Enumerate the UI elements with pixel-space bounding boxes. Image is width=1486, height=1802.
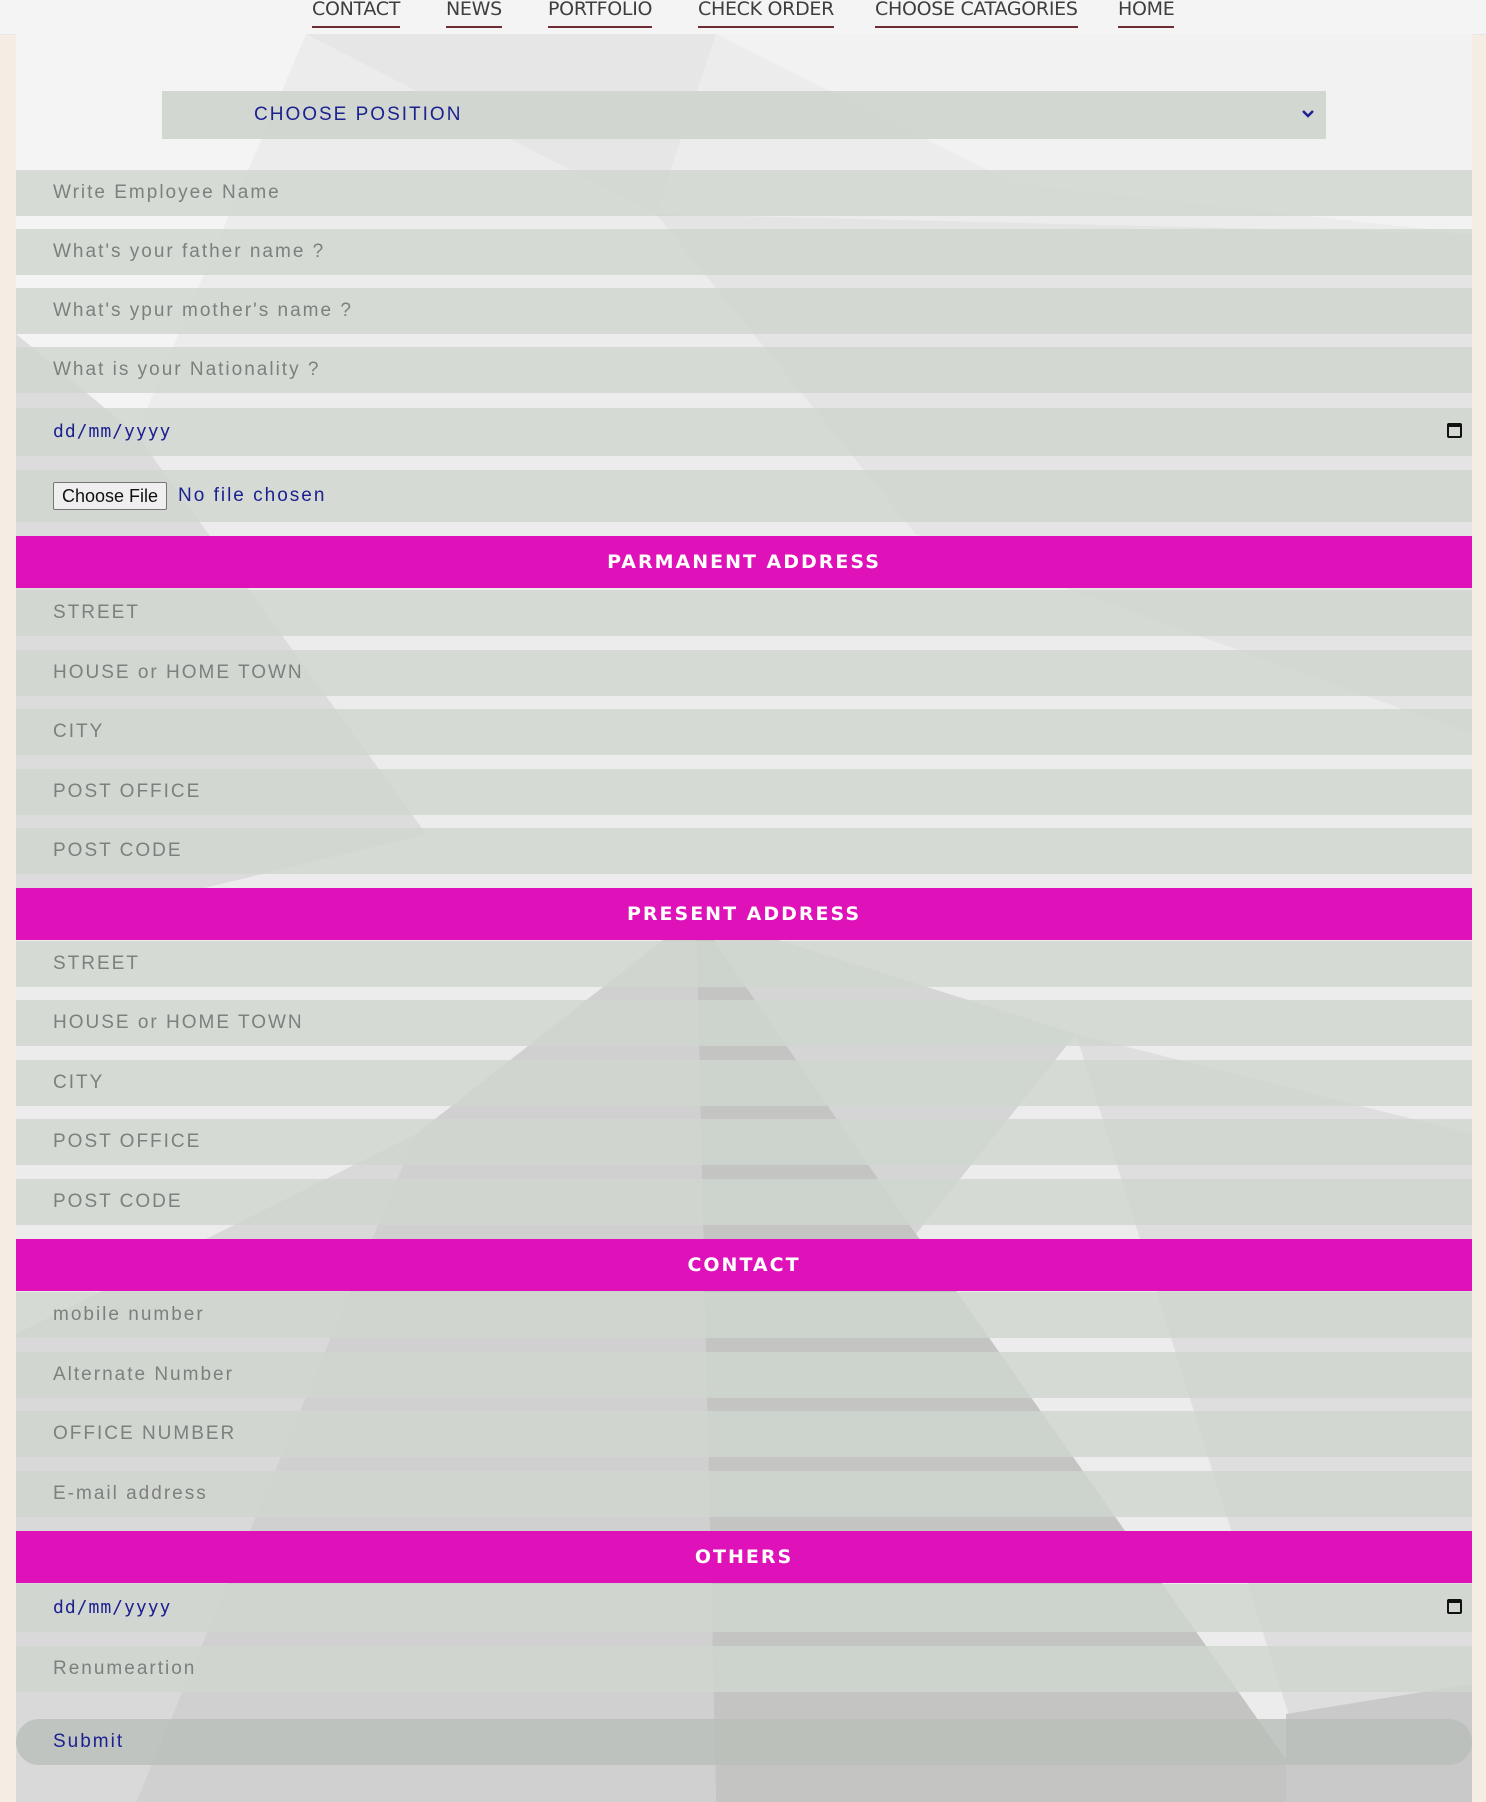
mother-name-input[interactable] <box>16 288 1472 334</box>
present-city-input[interactable] <box>16 1060 1472 1106</box>
permanent-post-code-input[interactable] <box>16 828 1472 874</box>
others-heading: OTHERS <box>16 1531 1472 1583</box>
permanent-street-field[interactable] <box>16 590 1472 636</box>
email-field[interactable] <box>16 1471 1472 1517</box>
nationality-field[interactable] <box>16 347 1472 393</box>
father-name-input[interactable] <box>16 229 1472 275</box>
registration-form-panel: CHOOSE POSITION dd/mm/yyyy Choose File N… <box>16 34 1472 1802</box>
others-date-value: dd/mm/yyyy <box>53 1597 172 1618</box>
renumeration-input[interactable] <box>16 1646 1472 1692</box>
nav-news-link[interactable]: NEWS <box>446 0 502 28</box>
permanent-address-heading: PARMANENT ADDRESS <box>16 536 1472 588</box>
calendar-icon[interactable] <box>1447 1599 1462 1614</box>
submit-button-label: Submit <box>53 1731 125 1752</box>
present-post-office-field[interactable] <box>16 1119 1472 1165</box>
nav-choose-categories-link[interactable]: CHOOSE CATAGORIES <box>875 0 1078 28</box>
alternate-number-field[interactable] <box>16 1352 1472 1398</box>
employee-name-field[interactable] <box>16 170 1472 216</box>
office-number-input[interactable] <box>16 1411 1472 1457</box>
renumeration-field[interactable] <box>16 1646 1472 1692</box>
email-input[interactable] <box>16 1471 1472 1517</box>
father-name-field[interactable] <box>16 229 1472 275</box>
chevron-down-icon <box>1302 110 1314 118</box>
calendar-icon[interactable] <box>1447 423 1462 438</box>
present-post-office-input[interactable] <box>16 1119 1472 1165</box>
permanent-city-input[interactable] <box>16 709 1472 755</box>
alternate-number-input[interactable] <box>16 1352 1472 1398</box>
permanent-post-office-input[interactable] <box>16 769 1472 815</box>
present-street-input[interactable] <box>16 941 1472 987</box>
employee-name-input[interactable] <box>16 170 1472 216</box>
position-select[interactable]: CHOOSE POSITION <box>162 91 1326 139</box>
nav-home-link[interactable]: HOME <box>1118 0 1175 28</box>
birth-date-field[interactable]: dd/mm/yyyy <box>16 408 1472 456</box>
mother-name-field[interactable] <box>16 288 1472 334</box>
top-navigation: CONTACT NEWS PORTFOLIO CHECK ORDER CHOOS… <box>0 0 1486 35</box>
nationality-input[interactable] <box>16 347 1472 393</box>
permanent-city-field[interactable] <box>16 709 1472 755</box>
others-date-field[interactable]: dd/mm/yyyy <box>16 1584 1472 1632</box>
birth-date-value: dd/mm/yyyy <box>53 421 172 442</box>
present-post-code-input[interactable] <box>16 1179 1472 1225</box>
nav-portfolio-link[interactable]: PORTFOLIO <box>548 0 652 28</box>
present-street-field[interactable] <box>16 941 1472 987</box>
submit-button[interactable]: Submit <box>16 1719 1472 1765</box>
file-upload-field[interactable]: Choose File No file chosen <box>16 470 1472 522</box>
contact-heading: CONTACT <box>16 1239 1472 1291</box>
nav-contact-link[interactable]: CONTACT <box>312 0 400 28</box>
present-house-input[interactable] <box>16 1000 1472 1046</box>
present-city-field[interactable] <box>16 1060 1472 1106</box>
file-status-text: No file chosen <box>178 485 327 506</box>
office-number-field[interactable] <box>16 1411 1472 1457</box>
present-house-field[interactable] <box>16 1000 1472 1046</box>
mobile-number-field[interactable] <box>16 1292 1472 1338</box>
permanent-post-office-field[interactable] <box>16 769 1472 815</box>
present-post-code-field[interactable] <box>16 1179 1472 1225</box>
choose-file-button[interactable]: Choose File <box>53 482 168 510</box>
permanent-house-field[interactable] <box>16 650 1472 696</box>
permanent-street-input[interactable] <box>16 590 1472 636</box>
permanent-house-input[interactable] <box>16 650 1472 696</box>
position-select-label: CHOOSE POSITION <box>254 104 463 125</box>
nav-check-order-link[interactable]: CHECK ORDER <box>698 0 834 28</box>
present-address-heading: PRESENT ADDRESS <box>16 888 1472 940</box>
permanent-post-code-field[interactable] <box>16 828 1472 874</box>
mobile-number-input[interactable] <box>16 1292 1472 1338</box>
